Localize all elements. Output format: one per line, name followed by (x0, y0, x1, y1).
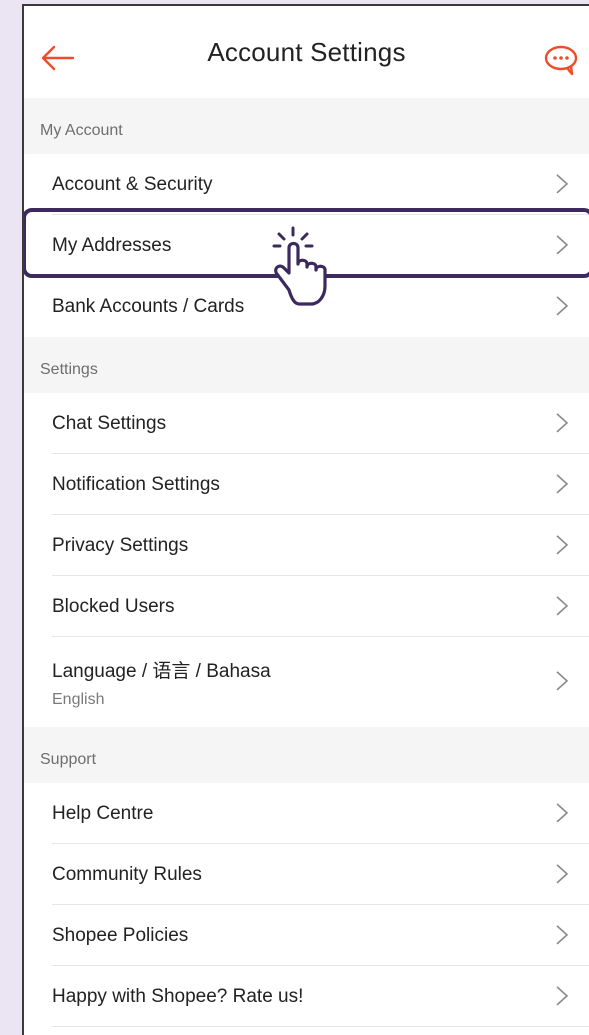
menu-item-label: Chat Settings (52, 412, 167, 434)
menu-item-chat-settings[interactable]: Chat Settings (24, 393, 589, 454)
chevron-right-icon (556, 412, 569, 432)
chevron-right-icon (556, 595, 569, 615)
menu-item-label: Shopee Policies (52, 924, 189, 946)
section-header-support: Support (24, 727, 589, 783)
chevron-right-icon (556, 173, 569, 193)
menu-item-privacy-settings[interactable]: Privacy Settings (24, 515, 589, 576)
menu-item-label: My Addresses (52, 234, 172, 256)
chevron-right-icon (556, 295, 569, 315)
page-title: Account Settings (207, 36, 406, 67)
menu-item-help-centre[interactable]: Help Centre (24, 783, 589, 844)
menu-item-blocked-users[interactable]: Blocked Users (24, 576, 589, 637)
menu-item-notification-settings[interactable]: Notification Settings (24, 454, 589, 515)
menu-item-label: Happy with Shopee? Rate us! (52, 985, 304, 1007)
back-arrow-icon[interactable] (40, 44, 76, 72)
menu-item-label: Notification Settings (52, 473, 220, 495)
app-header: Account Settings (24, 6, 589, 98)
chevron-right-icon (556, 671, 569, 691)
menu-item-label: Blocked Users (52, 595, 175, 617)
section-header-settings: Settings (24, 337, 589, 393)
chevron-right-icon (556, 234, 569, 254)
chevron-right-icon (556, 534, 569, 554)
menu-item-rate-us[interactable]: Happy with Shopee? Rate us! (24, 966, 589, 1027)
menu-item-shopee-policies[interactable]: Shopee Policies (24, 905, 589, 966)
menu-item-label: Community Rules (52, 863, 202, 885)
chat-bubble-icon[interactable] (543, 44, 579, 76)
menu-item-language[interactable]: Language / 语言 / Bahasa English (24, 637, 589, 727)
menu-item-label: Privacy Settings (52, 534, 189, 556)
menu-item-label: Help Centre (52, 802, 154, 824)
menu-item-bank-accounts[interactable]: Bank Accounts / Cards (24, 276, 589, 337)
language-value: English (52, 690, 105, 708)
app-screen: Account Settings My Account Account & Se… (22, 4, 589, 1035)
chevron-right-icon (556, 863, 569, 883)
chevron-right-icon (556, 985, 569, 1005)
section-header-my-account: My Account (24, 98, 589, 154)
menu-item-community-rules[interactable]: Community Rules (24, 844, 589, 905)
menu-item-label: Account & Security (52, 173, 213, 195)
chevron-right-icon (556, 473, 569, 493)
menu-item-label: Language / 语言 / Bahasa (52, 660, 271, 682)
chevron-right-icon (556, 802, 569, 822)
menu-item-label: Bank Accounts / Cards (52, 295, 245, 317)
menu-item-my-addresses[interactable]: My Addresses (24, 215, 589, 276)
chevron-right-icon (556, 924, 569, 944)
menu-item-account-security[interactable]: Account & Security (24, 154, 589, 215)
